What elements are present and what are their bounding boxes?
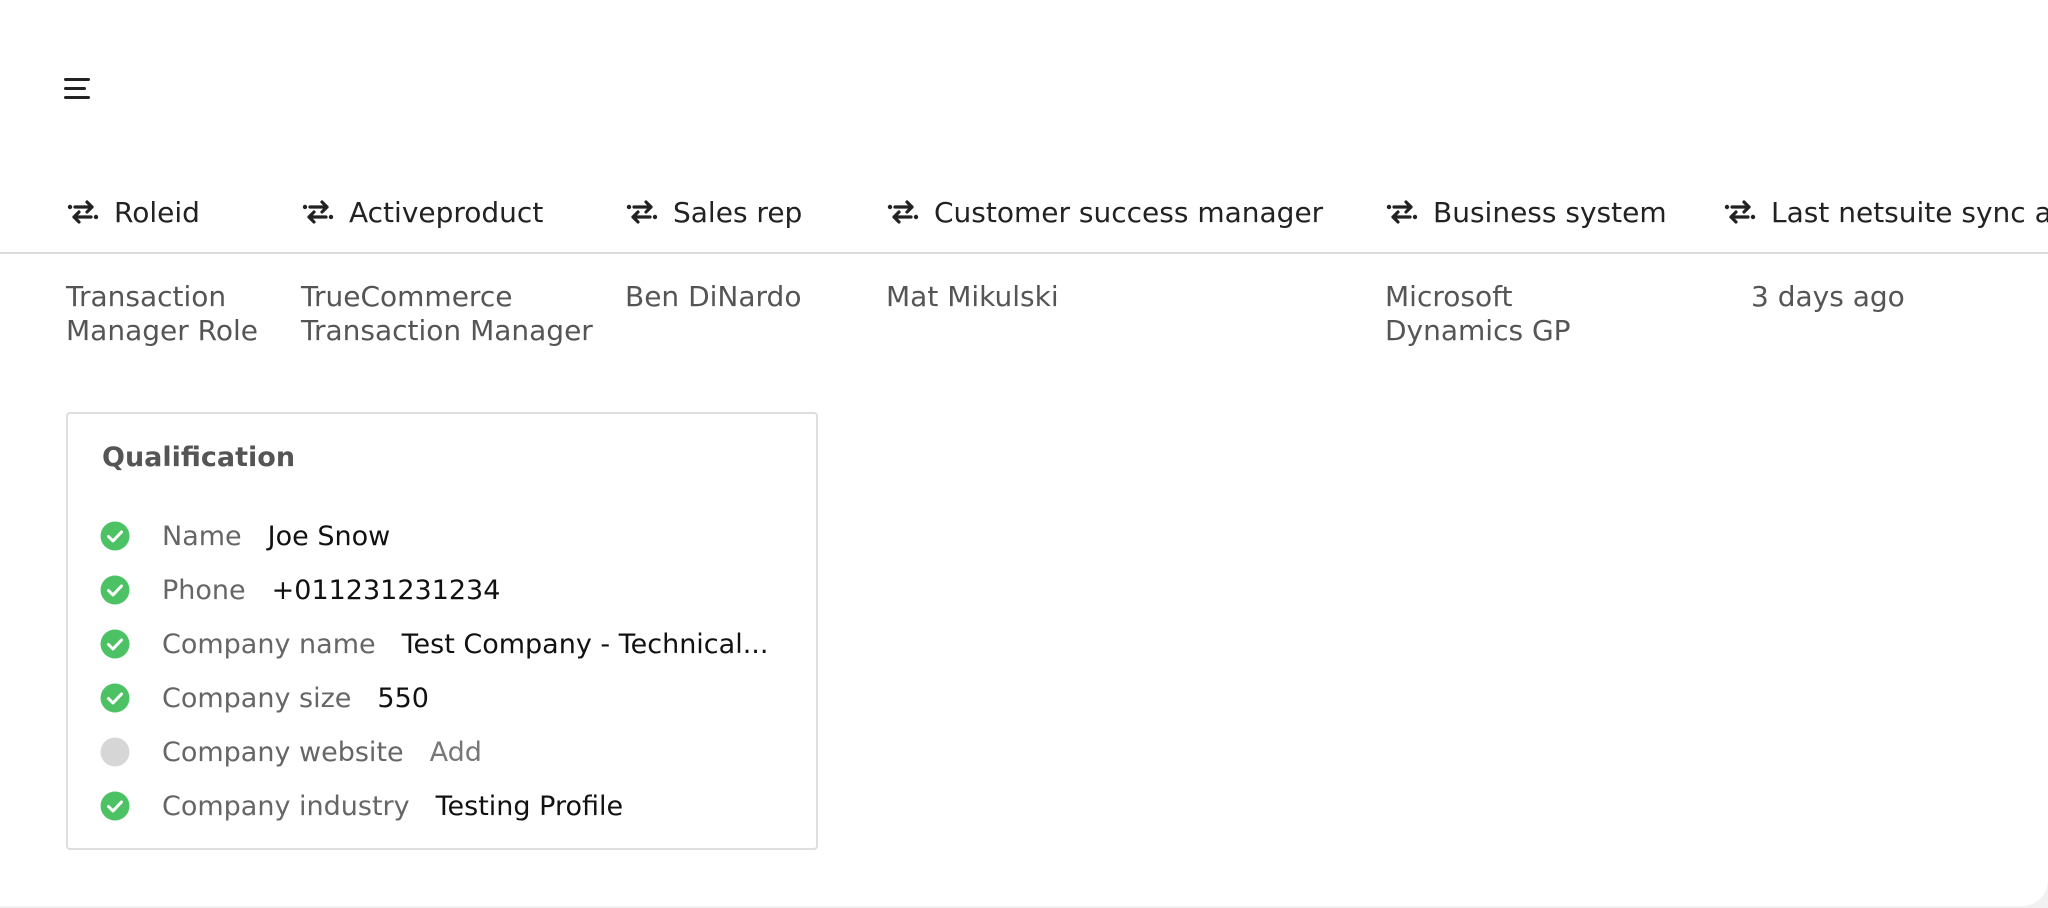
column-header-label: Last netsuite sync at (1771, 195, 2048, 229)
cell-business-system: Microsoft Dynamics GP (1385, 280, 1571, 347)
column-header-last-netsuite-sync-at[interactable]: Last netsuite sync at (1723, 192, 2048, 232)
sync-arrows-icon (626, 200, 658, 224)
qualification-value[interactable]: Testing Profile (436, 791, 623, 822)
column-header-label: Activeproduct (349, 195, 544, 229)
qualification-value[interactable]: Test Company - Technical... (402, 629, 769, 660)
qualification-row-phone: Phone +011231231234 (100, 570, 500, 610)
check-circle-icon (100, 521, 130, 551)
column-header-roleid[interactable]: Roleid (66, 192, 200, 232)
hamburger-menu-icon[interactable] (64, 68, 100, 108)
sync-arrows-icon (887, 200, 919, 224)
qualification-row-company-industry: Company industry Testing Profile (100, 786, 623, 826)
check-circle-icon (100, 683, 130, 713)
qualification-value[interactable]: Joe Snow (268, 521, 391, 552)
check-circle-icon (100, 629, 130, 659)
cell-last-netsuite-sync-at: 3 days ago (1751, 280, 1905, 313)
qualification-card: Qualification Name Joe Snow Phone +01123… (66, 412, 818, 850)
qualification-value[interactable]: +011231231234 (272, 575, 501, 606)
column-header-sales-rep[interactable]: Sales rep (625, 192, 802, 232)
column-header-business-system[interactable]: Business system (1385, 192, 1667, 232)
qualification-row-name: Name Joe Snow (100, 516, 390, 556)
qualification-label: Company website (162, 736, 404, 768)
cell-roleid: Transaction Manager Role (66, 280, 258, 347)
check-circle-icon (100, 575, 130, 605)
add-company-website-link[interactable]: Add (430, 737, 482, 768)
qualification-label: Company name (162, 628, 376, 660)
check-circle-icon (100, 791, 130, 821)
qualification-label: Name (162, 520, 242, 552)
cell-customer-success-manager: Mat Mikulski (886, 280, 1059, 313)
sync-arrows-icon (1386, 200, 1418, 224)
column-header-label: Business system (1433, 195, 1667, 229)
qualification-row-company-size: Company size 550 (100, 678, 429, 718)
cell-activeproduct: TrueCommerce Transaction Manager (301, 280, 593, 347)
column-header-label: Sales rep (673, 195, 803, 229)
main-panel: Roleid Activeproduct Sales rep Customer … (0, 0, 2048, 906)
cell-sales-rep: Ben DiNardo (625, 280, 802, 313)
qualification-value[interactable]: 550 (377, 683, 429, 714)
column-header-label: Customer success manager (934, 195, 1324, 229)
column-header-label: Roleid (114, 195, 200, 229)
qualification-label: Company size (162, 682, 352, 714)
qualification-row-company-name: Company name Test Company - Technical... (100, 624, 768, 664)
empty-circle-icon (100, 737, 130, 767)
column-header-customer-success-manager[interactable]: Customer success manager (886, 192, 1323, 232)
sync-arrows-icon (1724, 200, 1756, 224)
header-divider (0, 252, 2048, 254)
qualification-title: Qualification (102, 442, 296, 473)
sync-arrows-icon (302, 200, 334, 224)
qualification-label: Phone (162, 574, 246, 606)
column-header-activeproduct[interactable]: Activeproduct (301, 192, 543, 232)
qualification-label: Company industry (162, 790, 410, 822)
qualification-row-company-website: Company website Add (100, 732, 482, 772)
sync-arrows-icon (67, 200, 99, 224)
